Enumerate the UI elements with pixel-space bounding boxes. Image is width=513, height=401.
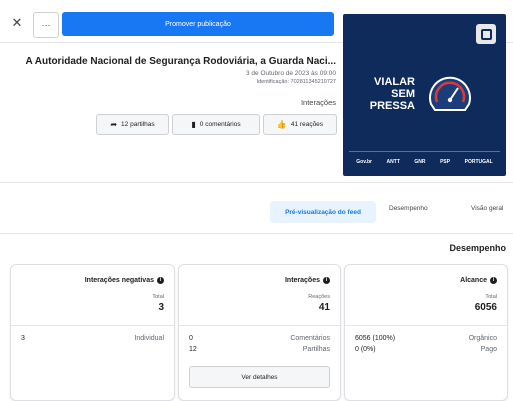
like-icon: 👍	[276, 120, 287, 129]
info-icon[interactable]: i	[323, 277, 330, 284]
performance-title: Desempenho	[449, 243, 506, 253]
reach-card-title: Alcance i	[460, 277, 497, 284]
negative-sub: Total	[152, 294, 164, 300]
shares-pill[interactable]: ➦ 12 partilhas	[96, 114, 169, 135]
share-icon: ➦	[110, 120, 118, 129]
negative-card-title: Interações negativas i	[85, 277, 164, 284]
photo-icon	[476, 24, 496, 44]
close-icon[interactable]: ✕	[8, 13, 26, 33]
info-icon[interactable]: i	[157, 277, 164, 284]
tabs-divider	[0, 233, 513, 234]
section-divider	[0, 182, 513, 183]
row-value: 6056 (100%)	[355, 335, 396, 342]
partner-logo: PSP	[440, 159, 451, 165]
row-label: Comentários	[290, 335, 330, 342]
interactions-card-title: Interações i	[285, 277, 330, 284]
shares-label: 12 partilhas	[121, 121, 155, 128]
interactions-heading: Interações	[300, 98, 336, 107]
interactions-sub: Reações	[308, 294, 330, 300]
promote-post-button[interactable]: Promover publicação	[62, 12, 334, 36]
reactions-label: 41 reações	[290, 121, 324, 128]
post-title: A Autoridade Nacional de Segurança Rodov…	[25, 56, 336, 67]
row-label: Orgânico	[468, 335, 497, 342]
tab-feed-preview[interactable]: Pré-visualização do feed	[270, 201, 376, 223]
partner-logo: ANTT	[386, 159, 400, 165]
card-divider	[11, 325, 174, 326]
partner-logo: GNR	[414, 159, 426, 165]
post-image[interactable]: VIALAR SEM PRESSA Gov.br ANTT GNR PSP PO…	[343, 14, 506, 176]
post-insights-panel: Promover publicação ··· ✕ VIALAR SEM PRE…	[0, 0, 513, 401]
reactions-pill[interactable]: 👍 41 reações	[263, 114, 337, 135]
row-label: Pago	[480, 346, 497, 353]
comment-icon: ▮	[191, 120, 196, 129]
info-icon[interactable]: i	[490, 277, 497, 284]
row-label: Partilhas	[302, 346, 330, 353]
speedometer-icon	[429, 76, 471, 111]
row-value: 0	[189, 335, 193, 342]
reach-sub: Total	[485, 294, 497, 300]
card-divider	[179, 325, 340, 326]
post-image-text: VIALAR SEM PRESSA	[369, 76, 415, 112]
view-details-button[interactable]: Ver detalhes	[189, 366, 330, 388]
row-value: 0 (0%)	[355, 346, 376, 353]
comments-pill[interactable]: ▮ 0 comentários	[172, 114, 260, 135]
row-value: 12	[189, 346, 197, 353]
row-value: 3	[21, 335, 25, 342]
post-date: 3 de Outubro de 2023 às 09:00	[246, 70, 336, 77]
logos-divider	[349, 151, 500, 152]
interactions-value: 41	[318, 302, 330, 313]
card-divider	[345, 325, 507, 326]
reach-card: Alcance i Total 6056 Orgânico 6056 (100%…	[344, 264, 508, 401]
tab-performance[interactable]: Desempenho	[389, 205, 428, 212]
partner-logo: Gov.br	[356, 159, 373, 165]
negative-value: 3	[158, 302, 164, 313]
more-options-button[interactable]: ···	[33, 12, 59, 38]
negative-title: Interações negativas	[84, 277, 154, 284]
negative-interactions-card: Interações negativas i Total 3 Individua…	[10, 264, 175, 401]
interactions-card: Interações i Reações 41 Comentários 0 Pa…	[178, 264, 341, 401]
reach-title: Alcance	[460, 277, 487, 284]
interactions-title: Interações	[284, 277, 320, 284]
reach-value: 6056	[474, 302, 497, 313]
row-label: Individual	[134, 335, 164, 342]
comments-label: 0 comentários	[199, 121, 241, 128]
post-identifier: Identificação: 702811345210727	[256, 79, 336, 85]
partner-logos: Gov.br ANTT GNR PSP PORTUGAL	[349, 156, 500, 168]
partner-logo: PORTUGAL	[464, 159, 493, 165]
tab-overview[interactable]: Visão geral	[471, 205, 503, 212]
